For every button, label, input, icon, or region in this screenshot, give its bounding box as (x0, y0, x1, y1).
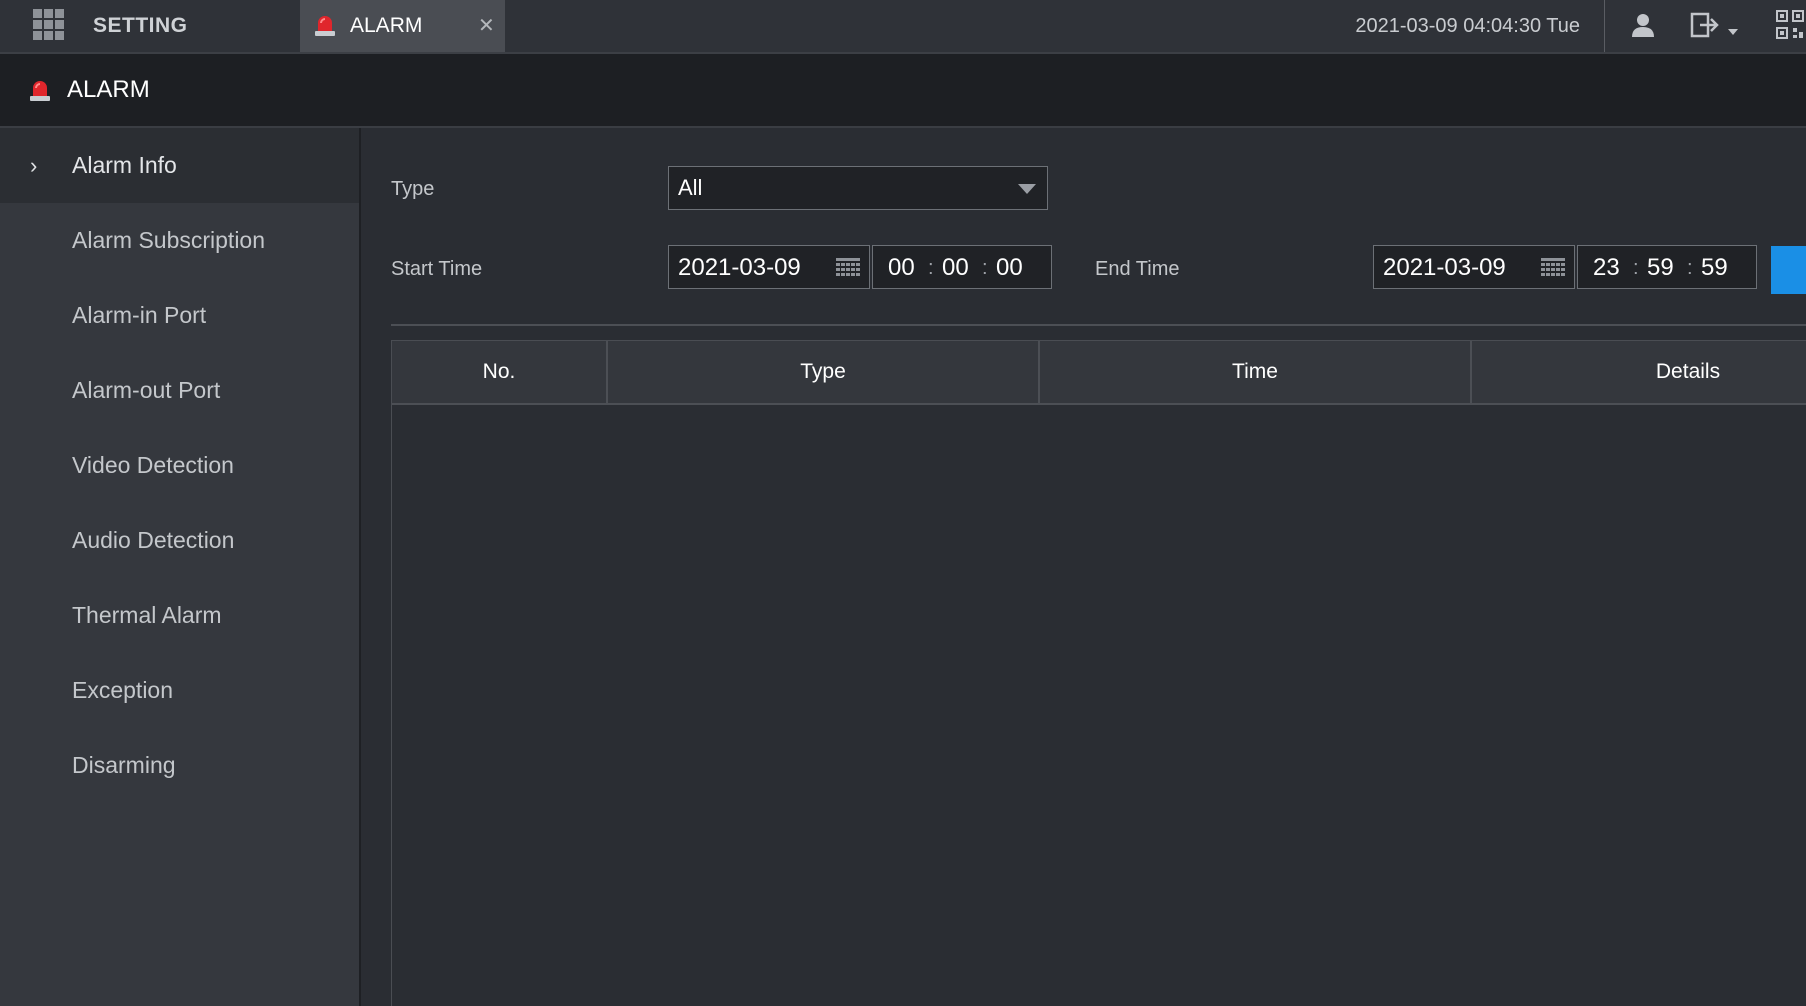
qr-code-icon[interactable] (1776, 10, 1804, 40)
tab-alarm[interactable]: ALARM ✕ (300, 0, 505, 52)
table-header: No. Type Time Details (392, 341, 1806, 405)
start-date-field[interactable]: 2021-03-09 (668, 245, 870, 289)
user-icon[interactable] (1630, 12, 1656, 38)
sidebar-item-label: Disarming (72, 752, 176, 778)
tab-alarm-label: ALARM (350, 14, 423, 37)
end-second[interactable]: 59 (1701, 246, 1728, 290)
start-date-value: 2021-03-09 (678, 254, 801, 281)
start-time-field[interactable]: 00 : 00 : 00 (872, 245, 1052, 289)
start-time-label: Start Time (391, 258, 483, 280)
sidebar-item-label: Video Detection (72, 452, 234, 478)
sidebar-item-alarm-subscription[interactable]: Alarm Subscription (0, 203, 359, 278)
time-separator: : (1633, 257, 1639, 279)
end-date-field[interactable]: 2021-03-09 (1373, 245, 1575, 289)
divider (1604, 0, 1605, 52)
sidebar-item-label: Alarm Subscription (72, 227, 266, 253)
top-bar: SETTING ALARM ✕ 2021-03-09 04:04:30 Tue (0, 0, 1806, 54)
calendar-icon[interactable] (836, 258, 860, 278)
close-icon[interactable]: ✕ (478, 0, 495, 52)
end-time-field[interactable]: 23 : 59 : 59 (1577, 245, 1757, 289)
alarm-siren-icon (315, 16, 335, 36)
end-time-label: End Time (1095, 258, 1180, 280)
sidebar-item-alarm-out-port[interactable]: Alarm-out Port (0, 353, 359, 428)
page-title: ALARM (67, 76, 150, 103)
alarm-siren-icon (30, 81, 50, 101)
start-minute[interactable]: 00 (942, 246, 969, 290)
search-button[interactable] (1771, 246, 1806, 294)
column-header-details[interactable]: Details (1472, 341, 1806, 403)
calendar-icon[interactable] (1541, 258, 1565, 278)
sidebar-item-label: Exception (72, 677, 174, 703)
sidebar-item-alarm-in-port[interactable]: Alarm-in Port (0, 278, 359, 353)
chevron-down-icon (1018, 184, 1036, 194)
sidebar: › Alarm Info Alarm Subscription Alarm-in… (0, 128, 361, 1006)
sidebar-item-label: Alarm-out Port (72, 377, 221, 403)
end-hour[interactable]: 23 (1593, 246, 1620, 290)
sidebar-item-label: Audio Detection (72, 527, 235, 553)
sidebar-item-label: Thermal Alarm (72, 602, 222, 628)
column-header-time[interactable]: Time (1040, 341, 1472, 403)
sidebar-item-exception[interactable]: Exception (0, 653, 359, 728)
time-separator: : (982, 257, 988, 279)
divider (391, 324, 1806, 326)
end-date-value: 2021-03-09 (1383, 254, 1506, 281)
time-separator: : (1687, 257, 1693, 279)
chevron-right-icon: › (30, 153, 38, 178)
type-select[interactable]: All (668, 166, 1048, 210)
page-header: ALARM (0, 54, 1806, 128)
type-label: Type (391, 178, 435, 200)
start-hour[interactable]: 00 (888, 246, 915, 290)
sidebar-item-disarming[interactable]: Disarming (0, 728, 359, 803)
main-panel: Type All Start Time 2021-03-09 00 : 00 :… (361, 128, 1806, 1006)
sidebar-item-audio-detection[interactable]: Audio Detection (0, 503, 359, 578)
time-separator: : (928, 257, 934, 279)
sidebar-item-label: Alarm-in Port (72, 302, 207, 328)
sidebar-item-alarm-info[interactable]: › Alarm Info (0, 128, 359, 203)
logout-icon[interactable] (1690, 12, 1742, 40)
sidebar-item-label: Alarm Info (72, 152, 177, 178)
type-select-value: All (678, 175, 703, 200)
start-second[interactable]: 00 (996, 246, 1023, 290)
grid-menu-icon[interactable] (33, 9, 64, 40)
tab-setting[interactable]: SETTING (93, 0, 188, 52)
system-datetime: 2021-03-09 04:04:30 Tue (1355, 15, 1580, 37)
sidebar-item-thermal-alarm[interactable]: Thermal Alarm (0, 578, 359, 653)
column-header-no[interactable]: No. (392, 341, 608, 403)
alarm-info-table: No. Type Time Details (391, 340, 1806, 1006)
end-minute[interactable]: 59 (1647, 246, 1674, 290)
sidebar-item-video-detection[interactable]: Video Detection (0, 428, 359, 503)
column-header-type[interactable]: Type (608, 341, 1040, 403)
